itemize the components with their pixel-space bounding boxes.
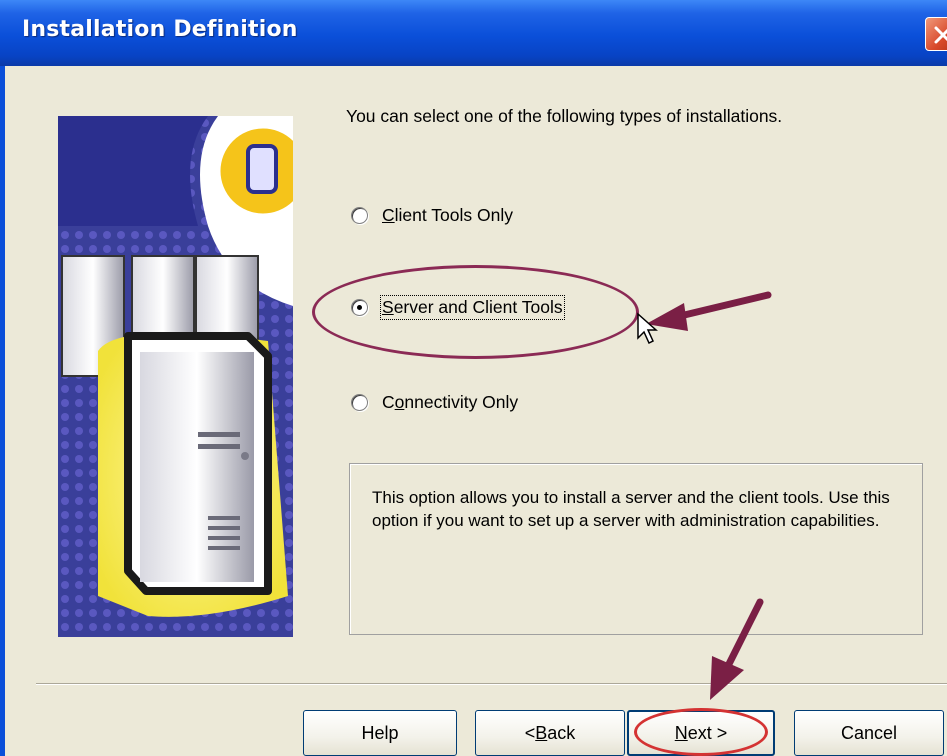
option-client-tools-only[interactable]: Client Tools Only [351,205,513,226]
back-button[interactable]: < Back [475,710,625,756]
radio-connectivity-only[interactable] [351,394,368,411]
cancel-button[interactable]: Cancel [794,710,944,756]
server-illustration [58,116,293,637]
close-icon [934,26,947,44]
option-label: Client Tools Only [382,205,513,225]
separator [36,683,947,685]
description-box: This option allows you to install a serv… [349,463,923,635]
option-label: Connectivity Only [382,392,519,412]
help-button[interactable]: Help [303,710,457,756]
option-connectivity-only[interactable]: Connectivity Only [351,392,518,413]
window-frame-left [0,66,5,756]
annotation-ellipse-next [634,708,768,756]
description-text: This option allows you to install a serv… [372,488,890,530]
annotation-arrow [710,598,764,700]
intro-text: You can select one of the following type… [346,106,783,126]
annotation-ellipse-server [312,265,639,359]
close-button[interactable] [925,17,947,51]
mouse-cursor-icon [637,312,658,345]
title-bar: Installation Definition [0,0,947,66]
radio-client-tools-only[interactable] [351,207,368,224]
window-title: Installation Definition [22,17,298,42]
